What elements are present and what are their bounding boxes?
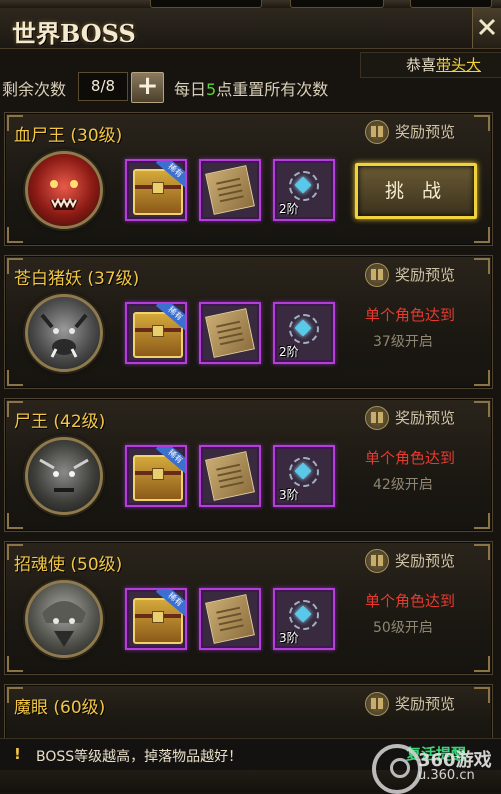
watermark: 360游戏 u.360.cn [372,738,500,794]
boss-card: 尸王 (42级) 奖励预览 稀有 3阶 单个角色达到 42级开启 [4,398,493,532]
reward-item-amulet[interactable]: 3阶 [273,445,335,507]
daily-prefix: 每日 [174,80,207,99]
reward-item-amulet[interactable]: 2阶 [273,159,335,221]
boss-card: 血尸王 (30级) 奖励预览 稀有 2阶 挑 战 [4,112,493,246]
boss-name: 尸王 (42级) [14,412,106,432]
reward-item-amulet[interactable]: 3阶 [273,588,335,650]
unlock-req-text: 单个角色达到 [365,592,456,610]
gift-icon [365,120,389,144]
warning-icon: ! [14,745,21,763]
boss-portrait[interactable] [25,151,103,229]
reward-preview-button[interactable]: 奖励预览 [365,119,477,145]
close-button[interactable] [472,8,501,48]
unlock-requirement: 单个角色达到 50级开启 [365,590,485,637]
boss-card: 苍白猪妖 (37级) 奖励预览 稀有 2阶 单个角色达到 37级开启 [4,255,493,389]
brand-logo-icon [372,744,422,794]
daily-reset-text: 每日5点重置所有次数 [174,76,328,100]
resource-slot [290,0,384,8]
reward-item-chest[interactable]: 稀有 [125,302,187,364]
reward-item-chest[interactable]: 稀有 [125,159,187,221]
boss-name: 苍白猪妖 (37级) [14,269,140,289]
daily-reset-count: 5 [206,80,217,99]
reward-item-amulet[interactable]: 2阶 [273,302,335,364]
resource-slot [150,0,262,8]
boss-name: 招魂使 (50级) [14,555,123,575]
window-titlebar: 世界BOSS [0,8,501,49]
reward-preview-label: 奖励预览 [395,409,456,427]
reward-preview-label: 奖励预览 [395,123,456,141]
unlock-req-text: 单个角色达到 [365,306,456,324]
watermark-url: u.360.cn [418,768,475,783]
unlock-level-text: 42级开启 [373,477,433,493]
reward-item-chest[interactable]: 稀有 [125,445,187,507]
close-icon [478,18,496,36]
demon-face-icon [50,180,78,210]
reward-item-scroll[interactable] [199,302,261,364]
daily-suffix: 点重置所有次数 [216,80,329,99]
gift-icon [365,692,389,716]
reward-item-chest[interactable]: 稀有 [125,588,187,650]
add-attempts-button[interactable]: + [131,72,164,103]
zombie-face-icon [39,458,89,492]
item-tier: 2阶 [279,345,299,359]
boss-card: 招魂使 (50级) 奖励预览 稀有 3阶 单个角色达到 50级开启 [4,541,493,675]
unlock-level-text: 50级开启 [373,620,433,636]
top-resource-bar [0,0,501,8]
unlock-requirement: 单个角色达到 37级开启 [365,304,485,351]
remaining-count: 8/8 [78,72,128,101]
item-tier: 3阶 [279,488,299,502]
gift-icon [365,263,389,287]
hooded-face-icon [42,601,86,647]
reward-item-scroll[interactable] [199,445,261,507]
gift-icon [365,406,389,430]
boss-card: 魔眼 (60级) 奖励预览 [4,684,493,746]
reward-preview-button[interactable]: 奖励预览 [365,262,477,288]
boss-name: 血尸王 (30级) [14,126,123,146]
reward-item-scroll[interactable] [199,588,261,650]
reward-preview-label: 奖励预览 [395,266,456,284]
item-tier: 2阶 [279,202,299,216]
unlock-level-text: 37级开启 [373,334,433,350]
reward-preview-button[interactable]: 奖励预览 [365,691,477,717]
reward-preview-label: 奖励预览 [395,552,456,570]
gift-icon [365,549,389,573]
reward-item-scroll[interactable] [199,159,261,221]
unlock-req-text: 单个角色达到 [365,449,456,467]
boar-face-icon [40,313,88,358]
reward-preview-label: 奖励预览 [395,695,456,713]
remaining-label: 剩余次数 [2,80,67,99]
boss-portrait[interactable] [25,294,103,372]
boss-portrait[interactable] [25,437,103,515]
window-title: 世界BOSS [12,19,136,48]
item-tier: 3阶 [279,631,299,645]
reward-preview-button[interactable]: 奖励预览 [365,405,477,431]
boss-portrait[interactable] [25,580,103,658]
tip-text: BOSS等级越高，掉落物品越好！ [36,749,243,765]
unlock-requirement: 单个角色达到 42级开启 [365,447,485,494]
reward-preview-button[interactable]: 奖励预览 [365,548,477,574]
challenge-button[interactable]: 挑 战 [355,163,477,219]
boss-name: 魔眼 (60级) [14,698,106,718]
resource-slot [410,0,492,8]
attempt-counter-row: 剩余次数 8/8 + 每日5点重置所有次数 [0,70,501,104]
